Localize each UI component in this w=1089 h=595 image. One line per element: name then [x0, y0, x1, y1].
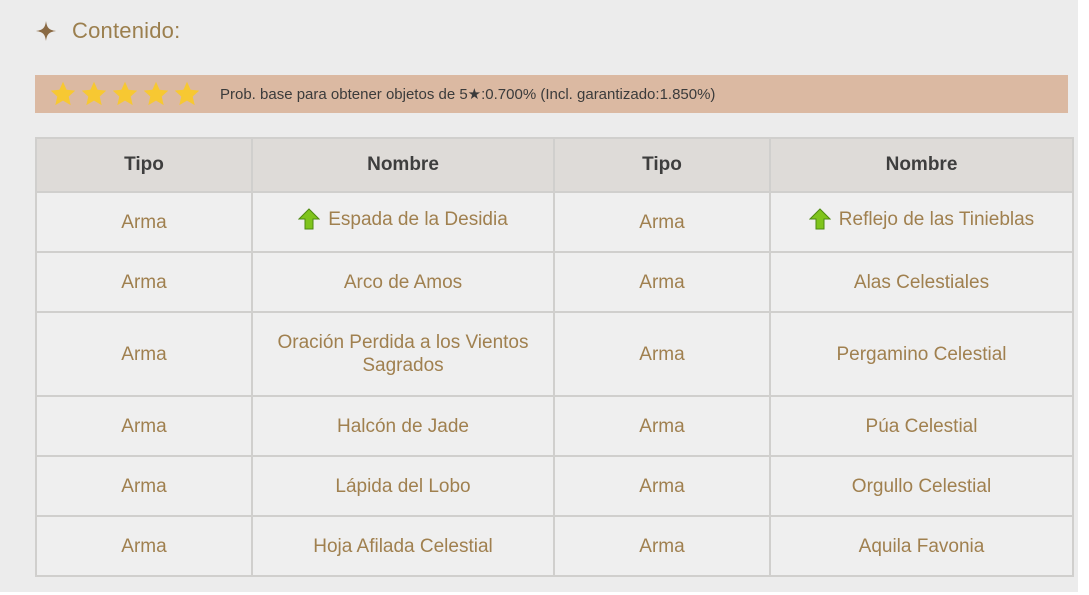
nombre-cell: Oración Perdida a los Vientos Sagrados [251, 311, 555, 397]
item-name-label: Orgullo Celestial [851, 475, 992, 497]
nombre-cell: Orgullo Celestial [769, 455, 1074, 517]
item-name-label: Púa Celestial [865, 415, 978, 437]
header-tipo: Tipo [553, 137, 771, 193]
item-type-label: Arma [639, 211, 685, 233]
nombre-cell: Alas Celestiales [769, 251, 1074, 313]
items-table: Tipo Nombre Tipo Nombre Arma Espada de la… [35, 137, 1074, 577]
item-name-label: Oración Perdida a los Vientos Sagrados [277, 332, 529, 376]
section-heading: Contenido: [36, 14, 180, 48]
header-tipo: Tipo [35, 137, 253, 193]
tipo-cell: Arma [35, 311, 253, 397]
item-name-label: Reflejo de las Tinieblas [838, 208, 1035, 230]
tipo-cell: Arma [553, 311, 771, 397]
star-icon [143, 81, 169, 106]
item-type-label: Arma [121, 415, 167, 437]
item-type-label: Arma [639, 271, 685, 293]
nombre-cell: Hoja Afilada Celestial [251, 515, 555, 577]
item-name-label: Hoja Afilada Celestial [313, 535, 493, 557]
items-table-wrap: Tipo Nombre Tipo Nombre Arma Espada de la… [35, 137, 1074, 577]
star-icon [174, 81, 200, 106]
item-name-label: Arco de Amos [343, 271, 463, 293]
header-nombre: Nombre [251, 137, 555, 193]
nombre-cell: Pergamino Celestial [769, 311, 1074, 397]
sparkle-icon [36, 21, 56, 41]
banner-content-panel: Contenido: Prob. base para obtener objet… [0, 0, 1078, 592]
table-row: Arma Lápida del Lobo Arma Orgullo Celestial [35, 455, 1074, 517]
item-type-label: Arma [121, 535, 167, 557]
tipo-cell: Arma [553, 395, 771, 457]
item-name-label: Halcón de Jade [336, 415, 470, 437]
tipo-cell: Arma [35, 515, 253, 577]
nombre-cell: Aquila Favonia [769, 515, 1074, 577]
table-row: Arma Hoja Afilada Celestial Arma Aquila Fav… [35, 515, 1074, 577]
nombre-cell: Reflejo de las Tinieblas [769, 191, 1074, 253]
item-name-label: Espada de la Desidia [328, 208, 508, 230]
tipo-cell: Arma [35, 395, 253, 457]
item-type-label: Arma [639, 343, 685, 365]
table-row: Arma Espada de la Desidia Arma Reflejo de l… [35, 191, 1074, 253]
item-type-label: Arma [121, 475, 167, 497]
nombre-cell: Lápida del Lobo [251, 455, 555, 517]
table-header-row: Tipo Nombre Tipo Nombre [35, 137, 1074, 193]
rate-text: Prob. base para obtener objetos de 5★:0.… [220, 86, 716, 103]
item-type-label: Arma [121, 271, 167, 293]
nombre-cell: Espada de la Desidia [251, 191, 555, 253]
section-title: Contenido: [72, 18, 181, 43]
tipo-cell: Arma [35, 251, 253, 313]
tipo-cell: Arma [35, 455, 253, 517]
tipo-cell: Arma [553, 515, 771, 577]
tipo-cell: Arma [553, 251, 771, 313]
item-name-label: Alas Celestiales [853, 271, 990, 293]
rate-up-arrow-icon [808, 208, 831, 230]
tipo-cell: Arma [553, 191, 771, 253]
tipo-cell: Arma [35, 191, 253, 253]
rate-bar: Prob. base para obtener objetos de 5★:0.… [35, 75, 1068, 113]
item-name-label: Lápida del Lobo [335, 475, 471, 497]
star-icon [50, 81, 76, 106]
nombre-cell: Púa Celestial [769, 395, 1074, 457]
item-name-label: Pergamino Celestial [836, 343, 1007, 365]
nombre-cell: Halcón de Jade [251, 395, 555, 457]
item-name-label: Aquila Favonia [858, 535, 985, 557]
item-type-label: Arma [639, 535, 685, 557]
item-type-label: Arma [121, 343, 167, 365]
table-row: Arma Halcón de Jade Arma Púa Celestial [35, 395, 1074, 457]
item-type-label: Arma [121, 211, 167, 233]
item-type-label: Arma [639, 475, 685, 497]
star-icon [81, 81, 107, 106]
item-type-label: Arma [639, 415, 685, 437]
star-icon [112, 81, 138, 106]
tipo-cell: Arma [553, 455, 771, 517]
rarity-stars [49, 80, 201, 108]
header-nombre: Nombre [769, 137, 1074, 193]
rate-up-arrow-icon [298, 208, 321, 230]
table-row: Arma Oración Perdida a los Vientos Sagrad… [35, 311, 1074, 397]
table-row: Arma Arco de Amos Arma Alas Celestiales [35, 251, 1074, 313]
nombre-cell: Arco de Amos [251, 251, 555, 313]
